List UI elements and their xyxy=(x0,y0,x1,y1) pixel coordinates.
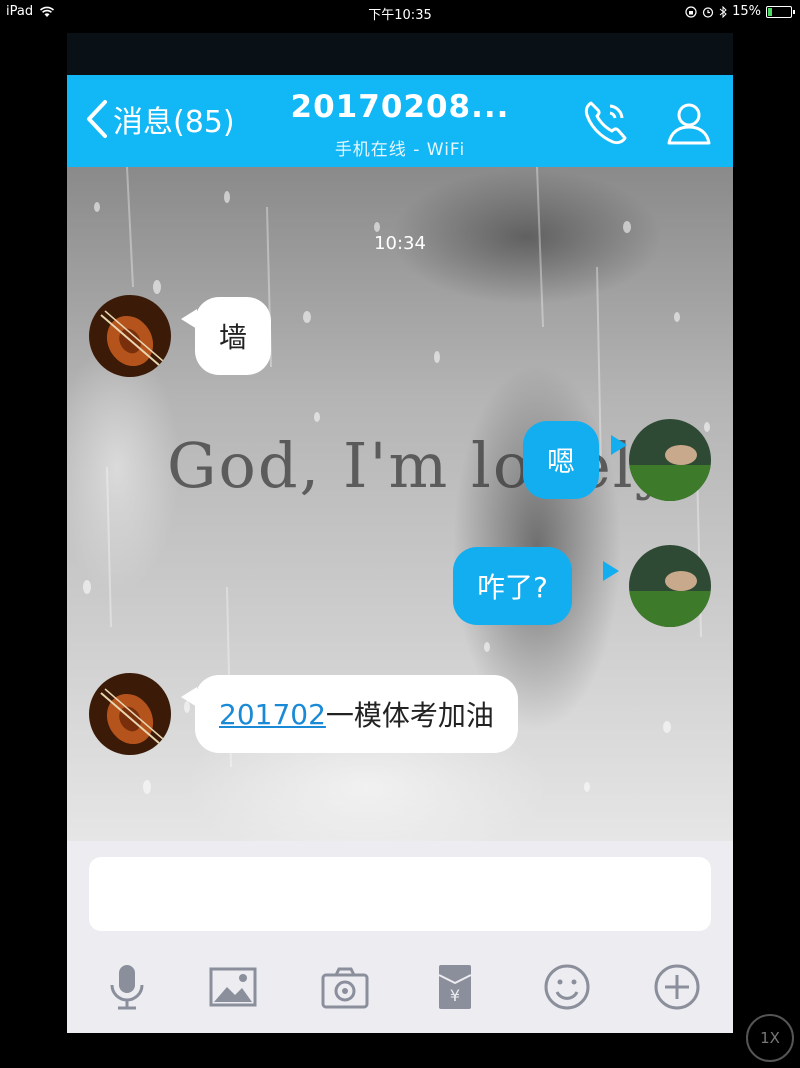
message-input[interactable] xyxy=(89,857,711,931)
top-strip xyxy=(67,33,733,75)
bluetooth-icon xyxy=(719,5,727,18)
message-text: 嗯 xyxy=(547,445,576,478)
user-avatar[interactable] xyxy=(629,545,711,627)
message-bubble-outgoing[interactable]: 嗯 xyxy=(523,421,600,499)
grass-avatar-icon xyxy=(629,545,711,627)
grass-avatar-icon xyxy=(629,419,711,501)
violin-avatar-icon xyxy=(89,673,171,755)
battery-percent: 15% xyxy=(732,4,761,19)
zoom-button[interactable]: 1X xyxy=(746,1014,794,1062)
red-packet-button[interactable]: ¥ xyxy=(429,961,481,1013)
message-bubble-outgoing[interactable]: 咋了? xyxy=(453,547,572,625)
svg-text:¥: ¥ xyxy=(450,986,460,1005)
camera-icon xyxy=(321,967,369,1009)
status-bar: iPad 下午10:35 15% xyxy=(0,0,800,24)
battery-icon xyxy=(766,5,795,18)
phone-icon[interactable] xyxy=(579,97,631,149)
red-packet-icon: ¥ xyxy=(438,965,472,1009)
input-bar: ¥ xyxy=(67,841,733,1033)
user-avatar[interactable] xyxy=(629,419,711,501)
message-text: 墙 xyxy=(219,321,248,354)
conversation-title: 20170208... xyxy=(290,89,510,125)
emoji-icon xyxy=(544,964,590,1010)
contact-avatar[interactable] xyxy=(89,673,171,755)
message-bubble-incoming[interactable]: 墙 xyxy=(195,297,272,375)
message-list[interactable]: God, I'm lonely 10:34 墙 嗯 咋了? 201702 一模体… xyxy=(67,167,733,841)
chat-window: 消息(85) 20170208... 手机在线 - WiFi God, I'm … xyxy=(67,33,733,1033)
message-bubble-incoming[interactable]: 201702 一模体考加油 xyxy=(195,675,518,753)
message-text: 一模体考加油 xyxy=(325,699,494,732)
microphone-icon xyxy=(110,965,144,1010)
violin-avatar-icon xyxy=(89,295,171,377)
status-time: 下午10:35 xyxy=(368,8,432,23)
message-text: 咋了? xyxy=(477,571,548,604)
nav-bar: 消息(85) 20170208... 手机在线 - WiFi xyxy=(67,75,733,167)
image-button[interactable] xyxy=(207,961,259,1013)
profile-icon[interactable] xyxy=(663,97,715,149)
message-timestamp: 10:34 xyxy=(374,233,426,254)
lock-rotation-icon xyxy=(685,5,697,18)
image-icon xyxy=(209,967,257,1007)
alarm-icon xyxy=(702,6,714,18)
microphone-button[interactable] xyxy=(101,961,153,1013)
emoji-button[interactable] xyxy=(541,961,593,1013)
message-link[interactable]: 201702 xyxy=(219,698,326,731)
contact-avatar[interactable] xyxy=(89,295,171,377)
plus-button[interactable] xyxy=(651,961,703,1013)
plus-icon xyxy=(654,964,700,1010)
online-status: 手机在线 - WiFi xyxy=(334,140,466,160)
camera-button[interactable] xyxy=(319,961,371,1013)
